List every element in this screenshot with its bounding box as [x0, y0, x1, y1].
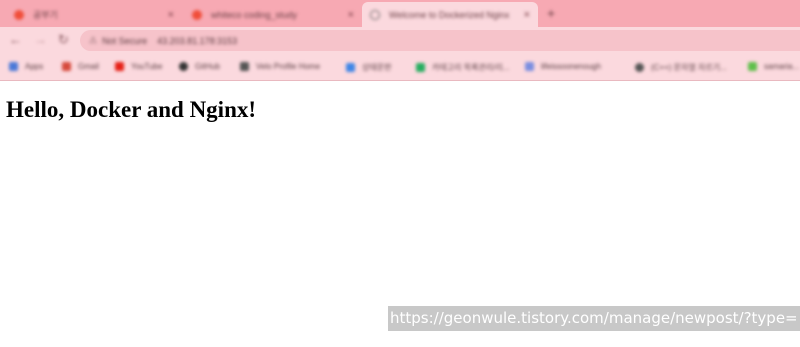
bookmark-label: lifeissoonenough: [541, 62, 602, 71]
github-icon: [179, 62, 188, 71]
tab-3-active[interactable]: Welcome to Dockerized Nginx ×: [362, 2, 538, 27]
bookmark-label: YouTube: [131, 62, 163, 71]
bookmark-favicon-icon: [748, 62, 757, 71]
apps-icon: [9, 62, 18, 71]
page-heading: Hello, Docker and Nginx!: [6, 97, 257, 122]
bookmark-github[interactable]: GitHub: [179, 62, 220, 71]
bookmark-favicon-icon: [635, 63, 644, 72]
security-label: Not Secure: [102, 35, 148, 46]
bookmark-label: samaria...: [764, 62, 800, 71]
bookmark-favicon-icon: [525, 62, 534, 71]
back-arrow-icon[interactable]: ←: [9, 33, 22, 47]
bookmark-favicon-icon: [416, 63, 425, 72]
youtube-icon: [115, 62, 124, 71]
close-tab-icon[interactable]: ×: [348, 9, 354, 21]
tab-2[interactable]: whiteco coding_study ×: [184, 2, 362, 27]
bookmarks-bar: Apps Gmail YouTube GitHub Velo Profile H…: [0, 55, 800, 81]
tab-title: Welcome to Dockerized Nginx: [389, 9, 510, 20]
gmail-icon: [62, 62, 71, 71]
tab-title: 공부기: [33, 10, 58, 20]
browser-toolbar: ← → ↻ ⚠ Not Secure 43.203.81.178:3153: [0, 27, 800, 55]
reload-icon[interactable]: ↻: [58, 33, 69, 47]
tab-1[interactable]: 공부기 ×: [6, 2, 182, 27]
bookmark-label: Apps: [25, 62, 44, 71]
address-bar[interactable]: ⚠ Not Secure 43.203.81.178:3153: [80, 30, 800, 51]
tab-title: whiteco coding_study: [211, 9, 298, 20]
bookmark-8[interactable]: (C++) 문자열 자르기...: [635, 62, 727, 73]
bookmark-label: Gmail: [78, 62, 99, 71]
url-text[interactable]: 43.203.81.178:3153: [157, 36, 237, 46]
bookmark-5[interactable]: 상태문판: [346, 62, 391, 73]
close-tab-icon[interactable]: ×: [168, 9, 174, 21]
bookmark-6[interactable]: 카테고리 목록관리/리...: [416, 62, 509, 73]
tistory-icon: [192, 9, 202, 20]
velog-icon: [240, 62, 249, 71]
bookmark-velog[interactable]: Velo Profile Home: [240, 62, 320, 71]
bookmark-7[interactable]: lifeissoonenough: [525, 62, 601, 71]
bookmark-label: 카테고리 목록관리/리...: [432, 63, 510, 72]
url-watermark: https://geonwule.tistory.com/manage/newp…: [388, 306, 800, 331]
bookmark-youtube[interactable]: YouTube: [115, 62, 162, 71]
warning-icon[interactable]: ⚠: [89, 35, 97, 46]
bookmark-favicon-icon: [346, 63, 355, 72]
globe-icon: [370, 9, 380, 20]
bookmark-label: (C++) 문자열 자르기...: [651, 63, 727, 72]
bookmark-9[interactable]: samaria...: [748, 62, 799, 71]
close-tab-icon[interactable]: ×: [524, 9, 530, 21]
bookmark-label: Velo Profile Home: [256, 62, 321, 71]
browser-tab-strip: 공부기 × whiteco coding_study × Welcome to …: [0, 0, 800, 27]
bookmark-label: GitHub: [195, 62, 220, 71]
bookmark-gmail[interactable]: Gmail: [62, 62, 99, 71]
new-tab-button[interactable]: +: [547, 5, 555, 21]
bookmark-apps[interactable]: Apps: [9, 62, 43, 71]
bookmark-label: 상태문판: [362, 63, 392, 72]
tistory-icon: [14, 9, 24, 20]
forward-arrow-icon[interactable]: →: [34, 33, 47, 47]
